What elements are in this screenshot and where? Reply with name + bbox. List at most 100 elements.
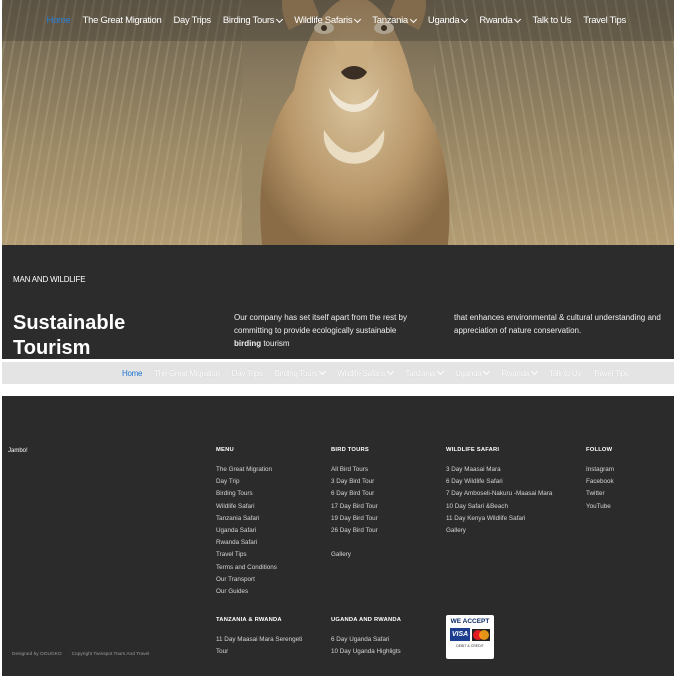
nav-travel-tips[interactable]: Travel Tips bbox=[587, 369, 635, 378]
nav-talk-to-us[interactable]: Talk to Us bbox=[543, 369, 587, 378]
footer-link[interactable]: Birding Tours bbox=[216, 488, 277, 500]
nav-wildlife-safaris[interactable]: Wildlife Safaris bbox=[331, 367, 399, 378]
footer-link[interactable]: 6 Day Uganda Safari bbox=[331, 634, 401, 646]
footer-link[interactable]: 10 Day Uganda Highligts bbox=[331, 646, 401, 658]
nav-home[interactable]: Home bbox=[41, 15, 77, 26]
nav-tanzania[interactable]: Tanzania bbox=[399, 367, 449, 378]
footer-uganda-rwanda-column: UGANDA AND RWANDA 6 Day Uganda Safari 10… bbox=[331, 616, 401, 658]
nav-label: Home bbox=[46, 15, 71, 26]
footer-link[interactable]: 19 Day Bird Tour bbox=[331, 513, 378, 525]
footer-menu-column: MENU The Great Migration Day Trip Birdin… bbox=[216, 446, 277, 598]
card-logos: VISA bbox=[449, 628, 491, 641]
footer-bird-tours-column: BIRD TOURS All Bird Tours 3 Day Bird Tou… bbox=[331, 446, 378, 562]
footer-link[interactable]: Our Guides bbox=[216, 586, 277, 598]
footer-link[interactable]: 6 Day Bird Tour bbox=[331, 488, 378, 500]
chevron-down-icon bbox=[276, 15, 284, 23]
nav-talk-to-us[interactable]: Talk to Us bbox=[526, 15, 577, 26]
facebook-link[interactable]: Facebook bbox=[586, 476, 614, 488]
hero-banner: Home The Great Migration Day Trips Birdi… bbox=[2, 0, 674, 245]
intro-paragraph-right: that enhances environmental & cultural u… bbox=[454, 313, 661, 335]
chevron-down-icon bbox=[354, 15, 362, 23]
intro-bold-text: birding bbox=[234, 339, 262, 348]
footer-heading: TANZANIA & RWANDA bbox=[216, 617, 282, 623]
footer-link[interactable]: Uganda Safari bbox=[216, 525, 277, 537]
intro-text: tourism bbox=[261, 339, 290, 348]
nav-wildlife-safaris[interactable]: Wildlife Safaris bbox=[288, 15, 366, 26]
designer-credit[interactable]: Designed by OGUOKO bbox=[12, 652, 62, 657]
footer-link[interactable]: 6 Day Wildlife Safari bbox=[446, 476, 552, 488]
nav-day-trips[interactable]: Day Trips bbox=[226, 369, 269, 378]
footer-brand: Jambo! bbox=[8, 448, 28, 454]
chevron-down-icon bbox=[409, 15, 417, 23]
nav-label: Tanzania bbox=[372, 15, 408, 26]
footer-link[interactable]: Gallery bbox=[446, 525, 552, 537]
footer-link[interactable]: 3 Day Bird Tour bbox=[331, 476, 378, 488]
nav-label: Birding Tours bbox=[222, 15, 275, 26]
accept-title: WE ACCEPT bbox=[450, 618, 490, 625]
footer-link[interactable]: Rwanda Safari bbox=[216, 537, 277, 549]
footer-follow-column: FOLLOW Instagram Facebook Twitter YouTub… bbox=[586, 446, 614, 513]
nav-home[interactable]: Home bbox=[116, 369, 148, 378]
nav-label: Rwanda bbox=[479, 15, 513, 26]
nav-label: Day Trips bbox=[231, 368, 263, 378]
nav-travel-tips[interactable]: Travel Tips bbox=[577, 15, 632, 26]
footer-link[interactable]: 7 Day Amboseli-Nakuru -Maasai Mara bbox=[446, 488, 552, 500]
footer-link-gallery[interactable]: Gallery bbox=[331, 549, 378, 561]
nav-label: The Great Migration bbox=[82, 15, 162, 26]
nav-label: The Great Migration bbox=[154, 368, 220, 378]
footer-link[interactable]: Our Transport bbox=[216, 574, 277, 586]
intro-section: MAN AND WILDLIFE Sustainable Tourism Our… bbox=[2, 245, 674, 359]
footer-link[interactable]: 11 Day Maasai Mara Serengeti Tour bbox=[216, 634, 316, 658]
footer-link[interactable]: Travel Tips bbox=[216, 549, 277, 561]
payment-methods-badge: WE ACCEPT VISA DEBIT & CREDIT bbox=[446, 615, 494, 659]
copyright-text: Copyright Twinspot Tours And Travel bbox=[71, 652, 150, 657]
intro-paragraph-left: Our company has set itself apart from th… bbox=[234, 311, 424, 350]
chevron-down-icon bbox=[514, 15, 522, 23]
twitter-link[interactable]: Twitter bbox=[586, 488, 614, 500]
footer-link[interactable]: 17 Day Bird Tour bbox=[331, 501, 378, 513]
chevron-down-icon bbox=[530, 367, 538, 376]
footer-link[interactable]: 26 Day Bird Tour bbox=[331, 525, 378, 537]
nav-rwanda[interactable]: Rwanda bbox=[495, 367, 543, 378]
footer-link[interactable]: The Great Migration bbox=[216, 464, 277, 476]
nav-uganda[interactable]: Uganda bbox=[422, 15, 473, 26]
nav-tanzania[interactable]: Tanzania bbox=[366, 15, 422, 26]
footer-link[interactable]: All Bird Tours bbox=[331, 464, 378, 476]
chevron-down-icon bbox=[461, 15, 469, 23]
footer-wildlife-safari-column: WILDLIFE SAFARI 3 Day Maasai Mara 6 Day … bbox=[446, 446, 552, 537]
chevron-down-icon bbox=[483, 367, 491, 376]
nav-birding-tours[interactable]: Birding Tours bbox=[269, 367, 332, 378]
instagram-link[interactable]: Instagram bbox=[586, 464, 614, 476]
youtube-link[interactable]: YouTube bbox=[586, 501, 614, 513]
chevron-down-icon bbox=[437, 367, 445, 376]
nav-label: Wildlife Safaris bbox=[294, 15, 353, 26]
footer-link[interactable]: Wildlife Safari bbox=[216, 501, 277, 513]
footer-link[interactable]: 10 Day Safari &Beach bbox=[446, 501, 552, 513]
nav-great-migration[interactable]: The Great Migration bbox=[148, 369, 225, 378]
nav-label: Uganda bbox=[427, 15, 460, 26]
footer-heading: FOLLOW bbox=[586, 447, 613, 453]
nav-label: Home bbox=[122, 368, 143, 378]
nav-label: Talk to Us bbox=[532, 15, 572, 26]
nav-label: Talk to Us bbox=[548, 368, 581, 378]
mastercard-logo-icon bbox=[472, 628, 491, 641]
footer-link[interactable]: Day Trip bbox=[216, 476, 277, 488]
footer-link[interactable]: 3 Day Maasai Mara bbox=[446, 464, 552, 476]
section-kicker: MAN AND WILDLIFE bbox=[13, 275, 86, 284]
footer-heading: UGANDA AND RWANDA bbox=[331, 617, 402, 623]
footer-heading: WILDLIFE SAFARI bbox=[446, 447, 500, 453]
main-nav: Home The Great Migration Day Trips Birdi… bbox=[41, 15, 632, 26]
nav-uganda[interactable]: Uganda bbox=[449, 367, 495, 378]
top-navigation-bar: Home The Great Migration Day Trips Birdi… bbox=[2, 0, 674, 41]
nav-rwanda[interactable]: Rwanda bbox=[473, 15, 526, 26]
nav-day-trips[interactable]: Day Trips bbox=[167, 15, 216, 26]
nav-birding-tours[interactable]: Birding Tours bbox=[217, 15, 288, 26]
footer-link[interactable]: Tanzania Safari bbox=[216, 513, 277, 525]
nav-label: Travel Tips bbox=[593, 368, 629, 378]
site-footer: Jambo! MENU The Great Migration Day Trip… bbox=[2, 396, 674, 676]
chevron-down-icon bbox=[387, 367, 395, 376]
footer-link[interactable]: 11 Day Kenya Wildlife Safari bbox=[446, 513, 552, 525]
nav-great-migration[interactable]: The Great Migration bbox=[77, 15, 168, 26]
footer-link[interactable]: Terms and Conditions bbox=[216, 562, 277, 574]
accept-subtitle: DEBIT & CREDIT bbox=[456, 644, 484, 648]
